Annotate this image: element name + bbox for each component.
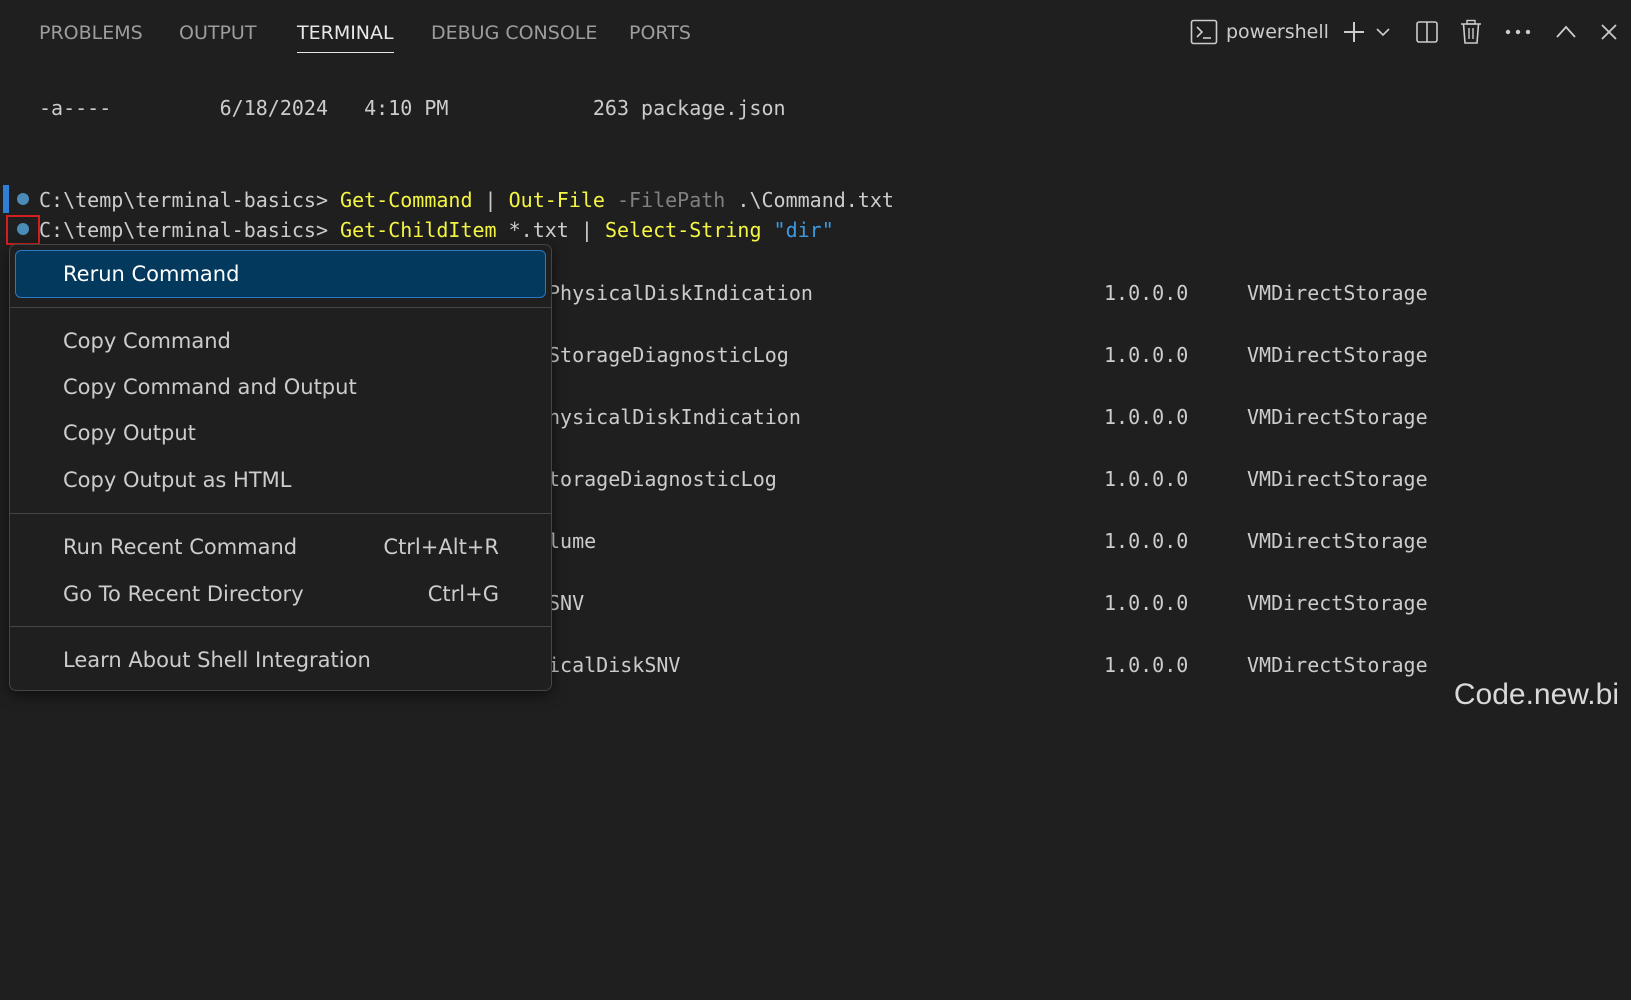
- menu-item-label: Rerun Command: [63, 262, 240, 286]
- cmdlet: Get-ChildItem: [340, 218, 497, 242]
- row-source: VMDirectStorage: [1247, 467, 1428, 491]
- row-version: 1.0.0.0: [1104, 405, 1189, 429]
- menu-item-label: Copy Command and Output: [63, 375, 357, 399]
- close-panel-button[interactable]: [1596, 14, 1622, 50]
- prompt: C:\temp\terminal-basics>: [39, 218, 341, 242]
- maximize-panel-button[interactable]: [1552, 14, 1580, 50]
- cmdlet: Select-String: [604, 218, 762, 242]
- row-source: VMDirectStorage: [1247, 343, 1428, 367]
- row-source: VMDirectStorage: [1247, 529, 1428, 553]
- row-name: icalDiskSNV: [548, 653, 681, 677]
- menu-separator: [10, 513, 551, 514]
- split-icon: [1416, 21, 1438, 43]
- menu-item-learn-about-shell-integration[interactable]: Learn About Shell Integration: [16, 637, 545, 683]
- launch-profile-button[interactable]: [1372, 14, 1394, 50]
- panel-tab-bar: PROBLEMS OUTPUT TERMINAL DEBUG CONSOLE P…: [0, 0, 1631, 64]
- row-name: lume: [548, 529, 597, 553]
- menu-item-rerun-command[interactable]: Rerun Command: [15, 250, 546, 298]
- prompt: C:\temp\terminal-basics>: [39, 188, 341, 212]
- row-name: StorageDiagnosticLog: [548, 343, 789, 367]
- menu-item-copy-command-and-output[interactable]: Copy Command and Output: [16, 364, 545, 410]
- row-name: torageDiagnosticLog: [548, 467, 777, 491]
- more-actions-button[interactable]: [1502, 14, 1534, 50]
- menu-item-copy-output[interactable]: Copy Output: [16, 410, 545, 456]
- terminal-icon: [1190, 19, 1218, 45]
- menu-item-label: Copy Command: [63, 329, 231, 353]
- command-decoration-bar: [3, 185, 9, 213]
- menu-item-label: Copy Output as HTML: [63, 468, 292, 492]
- row-name: hysicalDiskIndication: [548, 405, 801, 429]
- row-version: 1.0.0.0: [1104, 281, 1189, 305]
- argument: .\Command.txt: [725, 188, 894, 212]
- menu-item-label: Run Recent Command: [63, 535, 298, 559]
- row-version: 1.0.0.0: [1104, 591, 1189, 615]
- menu-item-copy-command[interactable]: Copy Command: [16, 318, 545, 364]
- chevron-down-icon: [1376, 28, 1390, 37]
- command-success-decoration[interactable]: [17, 193, 29, 205]
- menu-item-copy-output-as-html[interactable]: Copy Output as HTML: [16, 457, 545, 503]
- row-source: VMDirectStorage: [1247, 591, 1428, 615]
- command-line-1: C:\temp\terminal-basics> Get-Command | O…: [39, 185, 894, 215]
- menu-item-go-to-recent-directory[interactable]: Go To Recent Directory Ctrl+G: [16, 571, 545, 617]
- kill-terminal-button[interactable]: [1456, 14, 1486, 50]
- menu-item-label: Copy Output: [63, 421, 196, 445]
- cmdlet: Out-File: [508, 188, 605, 212]
- row-source: VMDirectStorage: [1247, 653, 1428, 677]
- more-icon: [1505, 29, 1531, 35]
- watermark: Code.new.bi: [1453, 678, 1619, 711]
- command-line-2: C:\temp\terminal-basics> Get-ChildItem *…: [39, 215, 834, 245]
- plus-icon: [1344, 22, 1364, 42]
- row-version: 1.0.0.0: [1104, 529, 1189, 553]
- row-version: 1.0.0.0: [1104, 653, 1189, 677]
- cmdlet: Get-Command: [340, 188, 473, 212]
- menu-separator: [10, 626, 551, 627]
- keybinding: Ctrl+Alt+R: [383, 535, 499, 559]
- row-name: PhysicalDiskIndication: [548, 281, 813, 305]
- new-terminal-button[interactable]: [1339, 14, 1369, 50]
- row-source: VMDirectStorage: [1247, 281, 1428, 305]
- shell-name: powershell: [1226, 21, 1329, 43]
- row-source: VMDirectStorage: [1247, 405, 1428, 429]
- parameter: -FilePath: [604, 188, 726, 212]
- menu-item-run-recent-command[interactable]: Run Recent Command Ctrl+Alt+R: [16, 524, 545, 570]
- highlight-box: [6, 215, 40, 245]
- terminal-profile-button[interactable]: powershell: [1190, 14, 1330, 50]
- argument: *.txt: [496, 218, 569, 242]
- pipe: |: [472, 188, 509, 212]
- menu-item-label: Go To Recent Directory: [63, 582, 304, 606]
- context-menu: Rerun Command Copy Command Copy Command …: [9, 244, 552, 691]
- close-icon: [1601, 24, 1617, 40]
- menu-item-label: Learn About Shell Integration: [63, 648, 371, 672]
- menu-separator: [10, 307, 551, 308]
- row-version: 1.0.0.0: [1104, 343, 1189, 367]
- trash-icon: [1461, 19, 1481, 44]
- split-terminal-button[interactable]: [1412, 14, 1442, 50]
- listing-line: -a---- 6/18/2024 4:10 PM 263 package.jso…: [39, 96, 786, 120]
- chevron-up-icon: [1556, 25, 1576, 38]
- row-name: SNV: [548, 591, 585, 615]
- row-version: 1.0.0.0: [1104, 467, 1189, 491]
- keybinding: Ctrl+G: [427, 582, 499, 606]
- string-literal: "dir": [761, 218, 834, 242]
- pipe: |: [568, 218, 605, 242]
